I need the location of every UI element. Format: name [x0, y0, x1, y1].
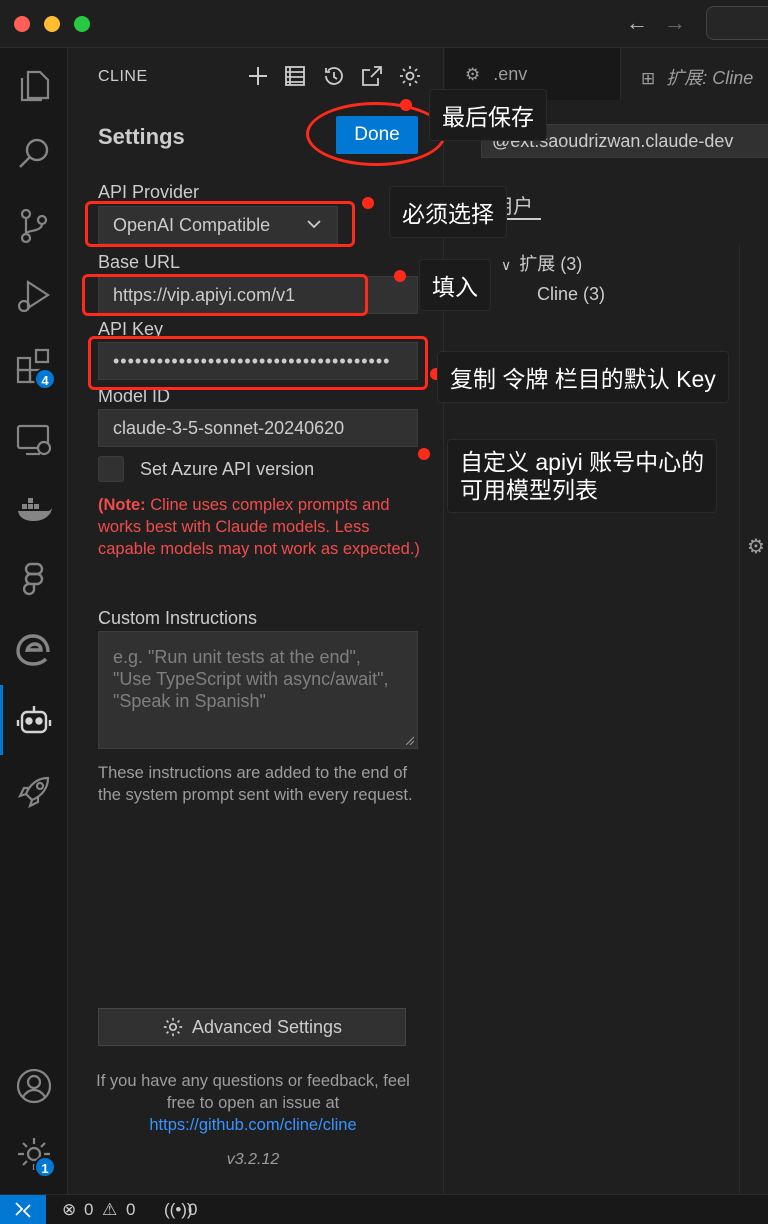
command-center[interactable]: [706, 6, 768, 40]
error-icon: ⊗: [62, 1200, 77, 1219]
gear-icon: [163, 1017, 183, 1037]
forward-arrow-icon[interactable]: →: [664, 10, 686, 36]
search-icon[interactable]: [14, 134, 54, 174]
back-arrow-icon[interactable]: ←: [626, 10, 648, 36]
gear-icon: ⚙: [465, 65, 481, 84]
warning-icon: ⚠: [102, 1200, 118, 1219]
provider-highlight-box: [85, 201, 355, 247]
extension-icon: ⊞: [641, 69, 656, 88]
custom-instructions-textarea[interactable]: e.g. "Run unit tests at the end", "Use T…: [98, 631, 418, 749]
callout-fill: 填入: [420, 260, 490, 310]
warning-count[interactable]: 0: [126, 1200, 135, 1220]
github-link[interactable]: https://github.com/cline/cline: [149, 1116, 356, 1134]
account-icon[interactable]: [14, 1066, 54, 1106]
popout-icon[interactable]: [360, 64, 384, 88]
run-debug-icon[interactable]: [14, 276, 54, 316]
tree-divider: [739, 244, 740, 1194]
save-marker-dot: [400, 99, 412, 111]
error-count[interactable]: 0: [84, 1200, 93, 1220]
minimize-window-button[interactable]: [44, 16, 60, 32]
ports-count[interactable]: 0: [188, 1200, 197, 1220]
feedback-message: If you have any questions or feedback, f…: [96, 1072, 410, 1112]
manage-badge: 1: [34, 1156, 56, 1178]
close-window-button[interactable]: [14, 16, 30, 32]
custom-instructions-placeholder: e.g. "Run unit tests at the end", "Use T…: [113, 647, 389, 711]
mcp-servers-icon[interactable]: [283, 64, 307, 88]
new-task-plus-icon[interactable]: [246, 64, 270, 88]
base-url-highlight-box: [82, 274, 368, 316]
status-bar: ⊗ 0 ⚠ 0 ((•)) 0: [0, 1194, 768, 1224]
callout-select: 必须选择: [390, 187, 506, 237]
callout-custom-line2: 可用模型列表: [460, 477, 598, 503]
resize-grip-icon[interactable]: [404, 735, 414, 745]
tab-env-label: .env: [493, 64, 528, 84]
tree-group-label: 扩展 (3): [519, 254, 583, 274]
callout-save: 最后保存: [430, 90, 546, 140]
remote-icon: [15, 1202, 31, 1218]
tab-extension-label: 扩展: Cline: [666, 68, 754, 88]
rocket-icon[interactable]: [14, 772, 54, 812]
active-view-indicator: [0, 685, 3, 755]
extensions-badge: 4: [34, 368, 56, 390]
tree-group-extensions[interactable]: ∨ 扩展 (3): [501, 250, 582, 276]
model-id-input[interactable]: claude-3-5-sonnet-20240620: [98, 409, 418, 447]
advanced-settings-button[interactable]: Advanced Settings: [98, 1008, 406, 1046]
azure-api-version-checkbox[interactable]: [98, 456, 124, 482]
tree-item-cline[interactable]: Cline (3): [537, 284, 605, 305]
explorer-icon[interactable]: [14, 66, 54, 106]
custom-instructions-helper: These instructions are added to the end …: [98, 764, 413, 804]
callout-copy-key: 复制 令牌 栏目的默认 Key: [438, 352, 728, 402]
activity-bar: 4 1: [0, 48, 68, 1194]
settings-gear-icon[interactable]: [398, 64, 422, 88]
figma-icon[interactable]: [14, 560, 54, 600]
advanced-settings-label: Advanced Settings: [191, 1016, 343, 1037]
version-label: v3.2.12: [226, 1151, 280, 1168]
docker-icon[interactable]: [14, 490, 54, 530]
callout-custom-line1: 自定义 apiyi 账号中心的: [460, 449, 705, 475]
feedback-text: If you have any questions or feedback, f…: [88, 1070, 418, 1136]
settings-gear-icon[interactable]: ⚙: [747, 534, 765, 559]
azure-api-version-label: Set Azure API version: [140, 459, 315, 479]
custom-instructions-label: Custom Instructions: [98, 608, 258, 628]
cline-robot-icon[interactable]: [14, 700, 54, 740]
api-provider-label: API Provider: [98, 182, 200, 202]
maximize-window-button[interactable]: [74, 16, 90, 32]
custom-marker-dot: [418, 448, 430, 460]
model-warning-note: (Note: Cline uses complex prompts and wo…: [98, 494, 428, 560]
base-url-label: Base URL: [98, 252, 181, 272]
callout-custom-models: 自定义 apiyi 账号中心的 可用模型列表: [448, 440, 717, 512]
edge-browser-icon[interactable]: [14, 630, 54, 670]
panel-title: CLINE: [98, 68, 148, 85]
note-prefix: (Note:: [98, 496, 146, 514]
remote-indicator[interactable]: [0, 1195, 46, 1224]
remote-explorer-icon[interactable]: [14, 420, 54, 460]
fill-marker-dot: [394, 270, 406, 282]
note-text: Cline uses complex prompts and works bes…: [98, 496, 420, 558]
title-bar: ← →: [0, 0, 768, 48]
chevron-down-icon: ∨: [501, 257, 512, 273]
api-key-highlight-box: [88, 336, 428, 390]
source-control-icon[interactable]: [14, 206, 54, 246]
history-icon[interactable]: [322, 64, 346, 88]
done-highlight-ring: [306, 102, 446, 166]
settings-heading: Settings: [98, 124, 185, 149]
select-marker-dot: [362, 197, 374, 209]
tab-extension-cline[interactable]: ⊞ 扩展: Cline: [621, 48, 768, 100]
